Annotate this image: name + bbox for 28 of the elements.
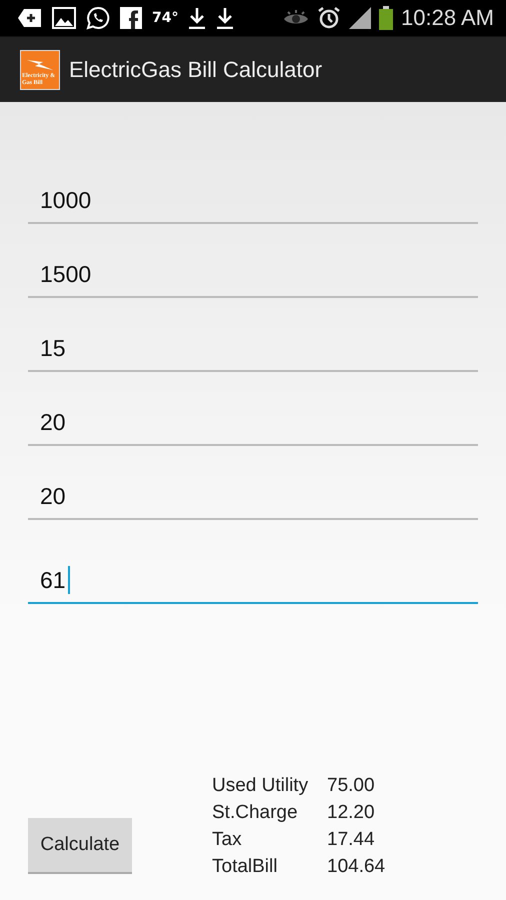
clock: 10:28 AM <box>401 5 494 31</box>
input-field[interactable]: 15 <box>28 326 478 372</box>
result-value: 104.64 <box>327 855 386 879</box>
input-field[interactable]: 20 <box>28 474 478 520</box>
result-value: 17.44 <box>327 828 375 852</box>
download-icon <box>188 7 206 29</box>
result-label: St.Charge <box>212 801 299 825</box>
input-field[interactable]: 1500 <box>28 252 478 298</box>
notification-icon <box>18 8 42 28</box>
result-label: Tax <box>212 828 243 852</box>
input-field[interactable]: 61 <box>28 558 478 604</box>
alarm-icon <box>317 6 342 30</box>
image-icon <box>52 7 76 29</box>
calculate-button[interactable]: Calculate <box>28 818 132 874</box>
input-field[interactable]: 20 <box>28 400 478 446</box>
social-icon <box>120 7 142 29</box>
result-label: TotalBill <box>212 855 278 879</box>
battery-icon <box>379 6 394 30</box>
download-icon <box>216 7 234 29</box>
temperature: 74° <box>152 10 178 26</box>
signal-icon <box>349 7 372 29</box>
input-field[interactable]: 1000 <box>28 178 478 224</box>
chat-bubble-icon <box>86 6 110 30</box>
result-label: Used Utility <box>212 774 310 798</box>
result-value: 75.00 <box>327 774 375 798</box>
result-value: 12.20 <box>327 801 375 825</box>
lightning-icon <box>25 58 55 72</box>
app-title: ElectricGas Bill Calculator <box>69 56 322 82</box>
